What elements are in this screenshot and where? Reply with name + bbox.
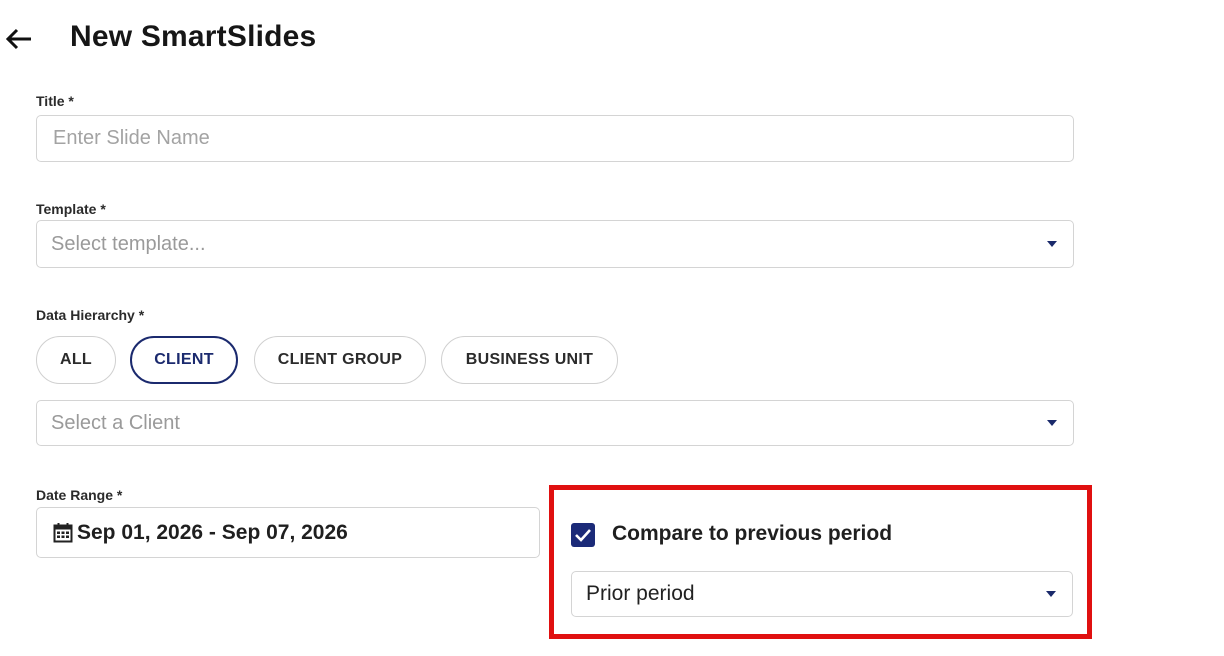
client-select[interactable]: Select a Client	[36, 400, 1074, 446]
date-range-label: Date Range *	[36, 487, 123, 503]
hierarchy-option-client[interactable]: CLIENT	[130, 336, 238, 384]
chevron-down-icon	[1047, 241, 1057, 247]
hierarchy-option-business-unit[interactable]: BUSINESS UNIT	[441, 336, 618, 384]
template-label: Template *	[36, 201, 106, 217]
title-label: Title *	[36, 93, 74, 109]
chevron-down-icon	[1047, 420, 1057, 426]
compare-checkbox[interactable]	[571, 523, 595, 547]
back-arrow-icon[interactable]	[4, 24, 34, 54]
client-select-placeholder: Select a Client	[51, 411, 180, 434]
title-input[interactable]	[51, 126, 1073, 151]
checkmark-icon	[575, 529, 591, 542]
data-hierarchy-label: Data Hierarchy *	[36, 307, 145, 323]
comparison-period-select[interactable]: Prior period	[571, 571, 1073, 617]
compare-label[interactable]: Compare to previous period	[612, 522, 892, 546]
template-placeholder: Select template...	[51, 232, 206, 255]
chevron-down-icon	[1046, 591, 1056, 597]
calendar-icon	[53, 522, 73, 543]
hierarchy-option-client-group[interactable]: CLIENT GROUP	[254, 336, 426, 384]
hierarchy-option-all[interactable]: ALL	[36, 336, 116, 384]
date-range-picker[interactable]: Sep 01, 2026 - Sep 07, 2026	[36, 507, 540, 558]
comparison-period-value: Prior period	[586, 582, 695, 605]
page-title: New SmartSlides	[70, 20, 317, 53]
date-range-value: Sep 01, 2026 - Sep 07, 2026	[77, 520, 348, 544]
template-select[interactable]: Select template...	[36, 220, 1074, 268]
title-field[interactable]	[36, 115, 1074, 162]
